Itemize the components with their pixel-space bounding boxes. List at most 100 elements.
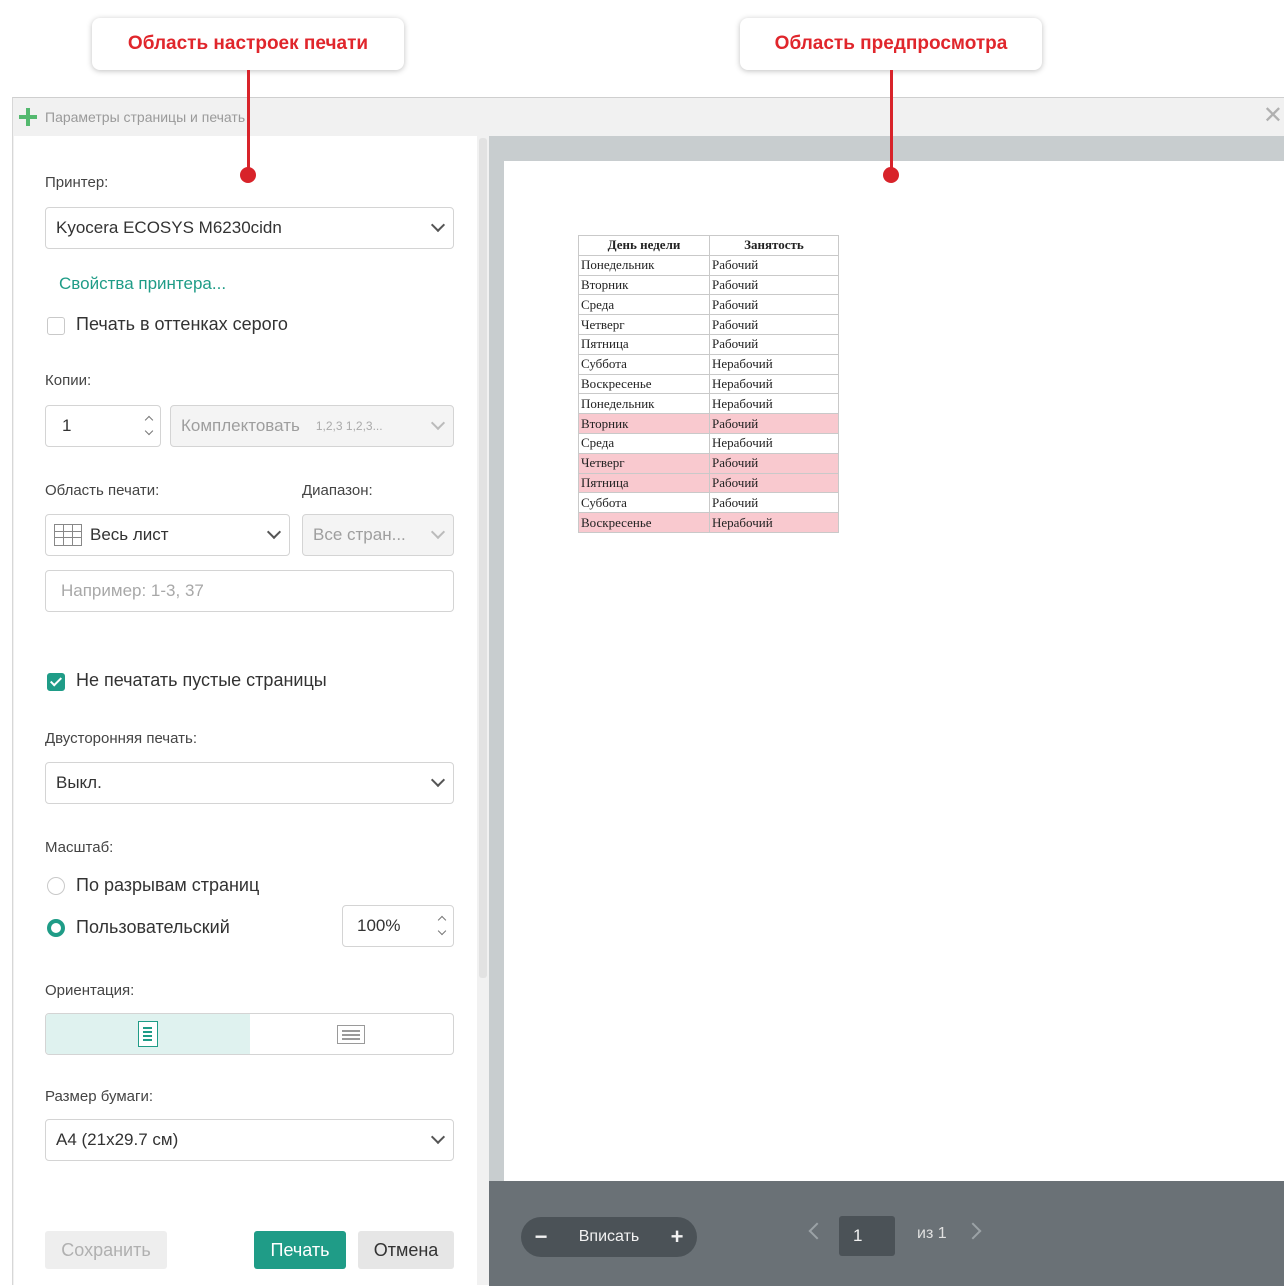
- chevron-right-icon[interactable]: [964, 1222, 982, 1240]
- chevron-down-icon: [430, 1129, 446, 1145]
- cell-status: Нерабочий: [709, 373, 839, 395]
- skip-blank-checkbox[interactable]: [47, 673, 65, 691]
- app-icon: [19, 108, 37, 126]
- print-button[interactable]: Печать: [254, 1231, 346, 1269]
- orientation-landscape-button[interactable]: [250, 1014, 454, 1054]
- cell-day: Воскресенье: [578, 373, 710, 395]
- table-row: Среда Нерабочий: [578, 432, 839, 454]
- table-row: Суббота Рабочий: [578, 492, 839, 514]
- cell-day: Вторник: [578, 274, 710, 296]
- cell-day: Понедельник: [578, 254, 710, 276]
- callout-preview-text: Область предпросмотра: [774, 33, 1008, 54]
- cell-status: Рабочий: [709, 314, 839, 335]
- zoom-in-button[interactable]: +: [657, 1224, 697, 1250]
- cell-day: Суббота: [578, 353, 710, 375]
- scale-input[interactable]: 100%: [342, 905, 454, 947]
- duplex-label: Двусторонняя печать:: [45, 730, 197, 747]
- cell-status: Рабочий: [709, 413, 839, 434]
- table-header: День недели: [578, 235, 710, 256]
- callout-settings-area: Область настроек печати: [92, 18, 404, 70]
- orientation-label: Ориентация:: [45, 982, 135, 999]
- cell-day: Среда: [578, 294, 710, 316]
- collate-select: Комплектовать 1,2,3 1,2,3...: [170, 405, 454, 447]
- printer-select[interactable]: Kyocera ECOSYS M6230cidn: [45, 207, 454, 249]
- cell-status: Нерабочий: [709, 353, 839, 375]
- callout-settings-dot: [240, 167, 256, 183]
- cell-status: Рабочий: [709, 492, 839, 514]
- orientation-toggle: [45, 1013, 454, 1055]
- title-bar: Параметры страницы и печать ✕: [13, 98, 1284, 136]
- callout-preview-pointer: [890, 70, 893, 174]
- cell-day: Четверг: [578, 314, 710, 335]
- chevron-down-icon: [430, 415, 446, 431]
- scale-breaks-radio[interactable]: [47, 877, 65, 895]
- skip-blank-label: Не печатать пустые страницы: [76, 670, 327, 690]
- printer-label: Принтер:: [45, 174, 109, 191]
- cell-day: Пятница: [578, 333, 710, 355]
- cell-status: Рабочий: [709, 274, 839, 296]
- cancel-button[interactable]: Отмена: [358, 1231, 454, 1269]
- cell-status: Нерабочий: [709, 393, 839, 415]
- print-area-select[interactable]: Весь лист: [45, 514, 290, 556]
- spinner-icon[interactable]: [144, 415, 154, 437]
- callout-preview-dot: [883, 167, 899, 183]
- landscape-icon: [337, 1024, 366, 1044]
- cell-status: Нерабочий: [709, 432, 839, 454]
- table-row: Пятница Рабочий: [578, 333, 839, 355]
- grid-icon: [54, 524, 82, 546]
- table-row: Воскресенье Нерабочий: [578, 373, 839, 395]
- scale-value: 100%: [357, 916, 401, 935]
- duplex-select[interactable]: Выкл.: [45, 762, 454, 804]
- close-icon[interactable]: ✕: [1263, 104, 1283, 128]
- table-row: Воскресенье Нерабочий: [578, 512, 839, 533]
- page-total: из 1: [917, 1225, 947, 1242]
- cell-day: Четверг: [578, 452, 710, 474]
- cell-status: Рабочий: [709, 333, 839, 355]
- printer-properties-link[interactable]: Свойства принтера...: [59, 274, 226, 294]
- paper-size-select[interactable]: А4 (21x29.7 см): [45, 1119, 454, 1161]
- page-number-input[interactable]: 1: [839, 1216, 895, 1256]
- callout-settings-pointer: [247, 70, 250, 174]
- chevron-down-icon: [430, 524, 446, 540]
- table-row: Четверг Рабочий: [578, 452, 839, 474]
- callout-preview-area: Область предпросмотра: [740, 18, 1042, 70]
- settings-scrollbar[interactable]: [479, 138, 487, 978]
- chevron-down-icon: [430, 772, 446, 788]
- table-row: Пятница Рабочий: [578, 472, 839, 494]
- chevron-down-icon: [266, 524, 282, 540]
- collate-hint: 1,2,3 1,2,3...: [315, 419, 383, 433]
- grayscale-checkbox[interactable]: [47, 317, 65, 335]
- cell-status: Рабочий: [709, 452, 839, 474]
- table-row: Среда Рабочий: [578, 294, 839, 316]
- preview-page: День недели Занятость Понедельник Рабочий…: [504, 161, 1284, 1181]
- print-settings-panel: Принтер: Kyocera ECOSYS M6230cidn Свойст…: [14, 136, 477, 1286]
- print-preview-panel: День недели Занятость Понедельник Рабочий…: [489, 136, 1284, 1286]
- scale-label: Масштаб:: [45, 839, 114, 856]
- table-row: Четверг Рабочий: [578, 314, 839, 335]
- pages-input[interactable]: Например: 1-3, 37: [45, 570, 454, 612]
- table-row: Вторник Рабочий: [578, 413, 839, 434]
- cell-status: Рабочий: [709, 294, 839, 316]
- cell-day: Вторник: [578, 413, 710, 434]
- scale-custom-label: Пользовательский: [76, 917, 230, 937]
- window-title: Параметры страницы и печать: [45, 109, 246, 125]
- copies-input[interactable]: 1: [45, 405, 161, 447]
- cell-status: Рабочий: [709, 254, 839, 276]
- cell-status: Нерабочий: [709, 512, 839, 533]
- chevron-down-icon: [430, 217, 446, 233]
- portrait-icon: [137, 1021, 158, 1047]
- zoom-fit-button[interactable]: Вписать: [561, 1228, 657, 1246]
- scale-custom-radio[interactable]: [47, 919, 65, 937]
- table-row: Суббота Нерабочий: [578, 353, 839, 375]
- orientation-portrait-button[interactable]: [46, 1014, 250, 1054]
- duplex-value: Выкл.: [56, 773, 102, 792]
- paper-size-value: А4 (21x29.7 см): [56, 1130, 179, 1149]
- cell-status: Рабочий: [709, 472, 839, 494]
- zoom-out-button[interactable]: −: [521, 1224, 561, 1250]
- chevron-left-icon[interactable]: [808, 1222, 826, 1240]
- grayscale-label: Печать в оттенках серого: [76, 314, 288, 334]
- scale-breaks-label: По разрывам страниц: [76, 875, 260, 895]
- collate-label: Комплектовать: [181, 416, 300, 435]
- printer-value: Kyocera ECOSYS M6230cidn: [56, 218, 282, 237]
- spinner-icon[interactable]: [437, 915, 447, 937]
